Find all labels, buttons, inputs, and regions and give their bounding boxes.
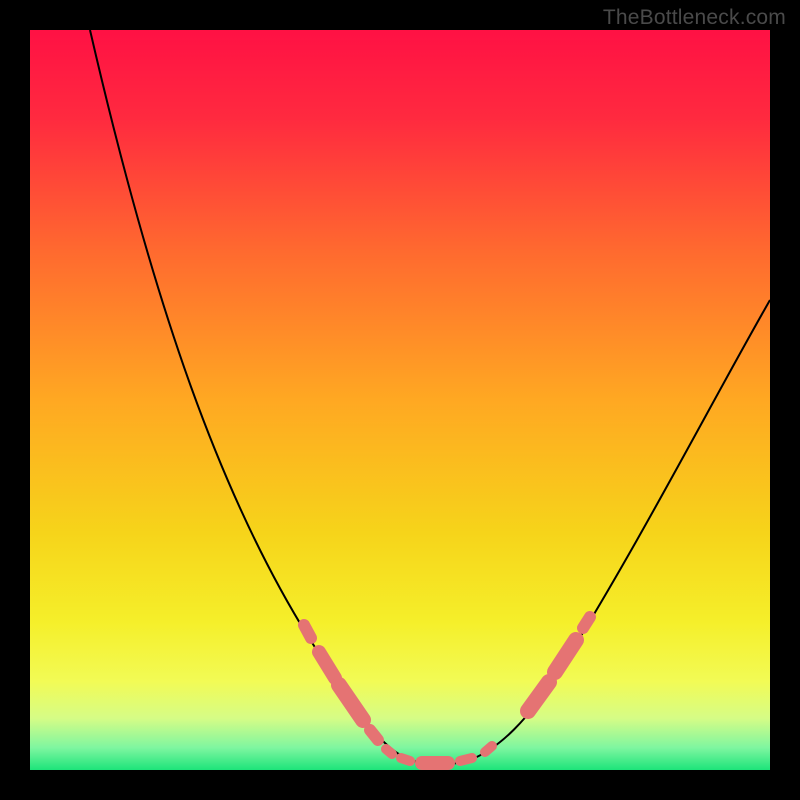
watermark-text: TheBottleneck.com [603,6,786,30]
curve-marker [370,730,378,740]
chart-frame [30,30,770,770]
gradient-background [30,30,770,770]
curve-marker [386,749,392,754]
curve-marker [485,746,492,752]
curve-marker [460,758,472,761]
curve-marker [401,758,410,761]
curve-marker [583,617,590,628]
chart-canvas [30,30,770,770]
curve-marker [304,625,311,638]
